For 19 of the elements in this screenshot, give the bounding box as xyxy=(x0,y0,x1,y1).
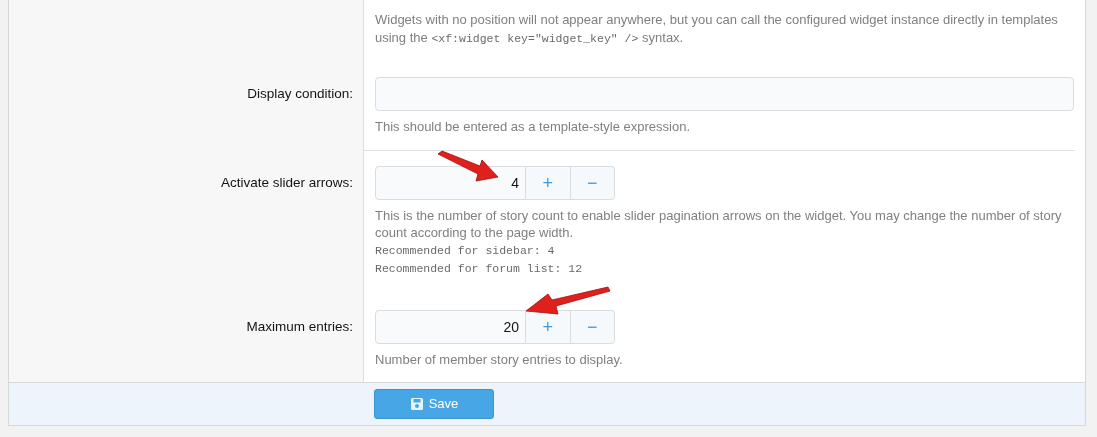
annotation-arrow xyxy=(436,150,500,184)
hint-text: This should be entered as a template-style expression. xyxy=(375,118,692,136)
hint-text: This is the number of story count to enable slider pagination arrows on the widget. You may change the number of story count according to the page width. xyxy=(375,206,1063,242)
field-label: Maximum entries: xyxy=(245,317,353,336)
decrement-button[interactable]: − xyxy=(570,165,615,200)
hint-text: Widgets with no position will not appear anywhere, but you can call the configured widget instance directly in templates using the <xf:widget key="widget_key" /> syntax. xyxy=(375,11,1059,47)
hint-text: Recommended for forum list: 12 xyxy=(375,260,584,277)
save-icon xyxy=(409,397,424,411)
number-field[interactable]: 4 xyxy=(375,165,526,200)
increment-button[interactable]: + xyxy=(526,309,571,344)
increment-button[interactable]: + xyxy=(526,165,571,200)
field-label: Display condition: xyxy=(246,85,353,103)
number-field[interactable]: 20 xyxy=(375,309,526,344)
hint-text: Number of member story entries to display. xyxy=(375,350,624,368)
field-label: Activate slider arrows: xyxy=(219,173,353,192)
hint-text: Recommended for sidebar: 4 xyxy=(375,242,556,259)
input-field[interactable] xyxy=(375,77,1074,111)
decrement-button[interactable]: − xyxy=(570,309,615,344)
save-button[interactable]: Save xyxy=(374,389,494,419)
